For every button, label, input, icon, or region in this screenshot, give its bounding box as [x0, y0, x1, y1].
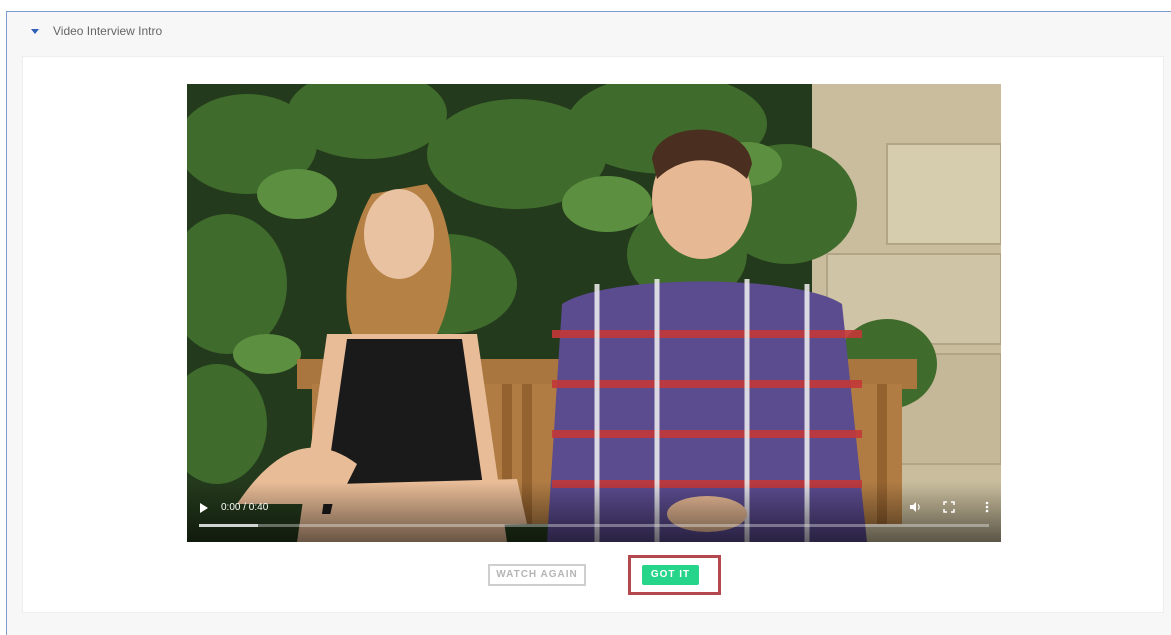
fullscreen-icon[interactable]	[943, 501, 955, 516]
video-time: 0:00 / 0:40	[221, 502, 269, 513]
video-controls: 0:00 / 0:40	[187, 482, 1001, 542]
video-intro-panel: Video Interview Intro 0:00 / 0:40 WATCH …	[6, 11, 1171, 635]
action-buttons: WATCH AGAIN GOT IT	[23, 555, 1163, 595]
watch-again-button[interactable]: WATCH AGAIN	[488, 564, 586, 586]
play-icon[interactable]	[200, 503, 208, 513]
video-frame-image	[187, 84, 1001, 542]
video-player[interactable]: 0:00 / 0:40	[187, 84, 1001, 542]
video-progress-bar[interactable]	[199, 524, 989, 527]
caret-down-icon[interactable]	[31, 29, 39, 34]
volume-icon[interactable]	[909, 501, 921, 516]
video-card: 0:00 / 0:40 WATCH AGAIN GOT IT	[22, 56, 1164, 613]
video-progress-buffered	[199, 524, 259, 527]
more-vertical-icon[interactable]	[985, 501, 989, 516]
section-title: Video Interview Intro	[53, 24, 163, 38]
got-it-button[interactable]: GOT IT	[642, 565, 699, 585]
section-header-toggle[interactable]: Video Interview Intro	[31, 22, 162, 40]
got-it-highlight: GOT IT	[628, 555, 721, 595]
